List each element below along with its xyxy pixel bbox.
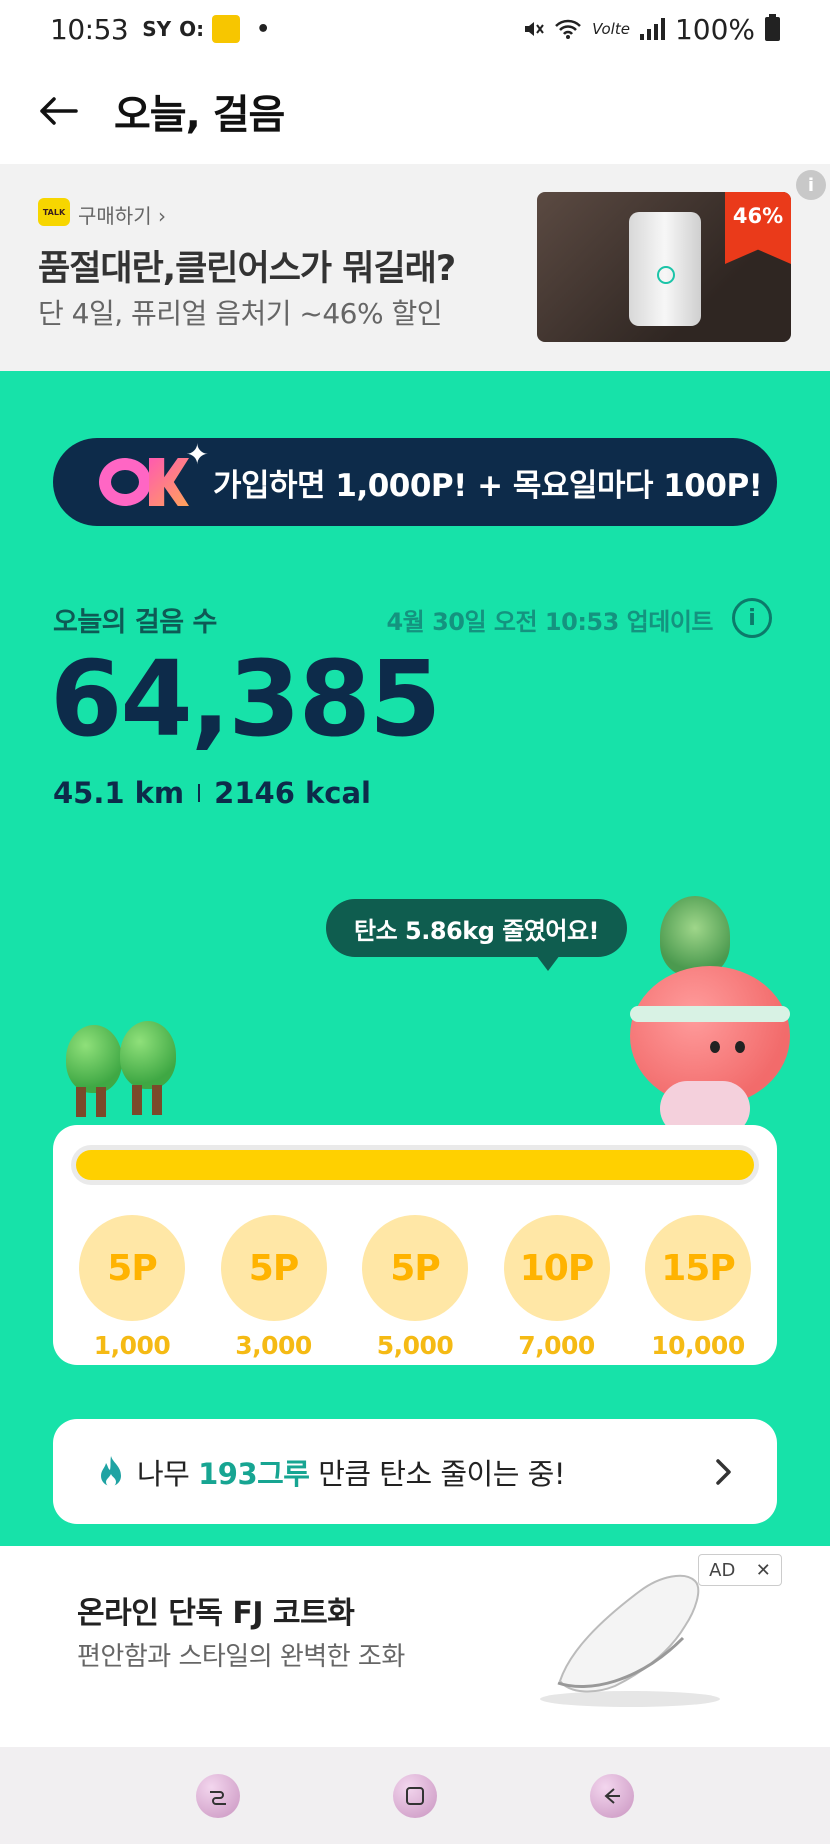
tree-card-prefix: 나무	[137, 1456, 190, 1491]
distance-value: 45.1 km	[53, 776, 185, 810]
ok-indicator: O:	[179, 17, 205, 41]
step-progress-fill	[76, 1150, 754, 1180]
step-count: 64,385	[50, 638, 441, 760]
reward-milestones: 5P 1,000 5P 3,000 5P 5,000 10P 7,000 15P 10,000	[53, 1215, 777, 1360]
milestone-steps: 3,000	[235, 1331, 312, 1360]
flame-icon	[101, 1455, 121, 1487]
recents-icon	[210, 1790, 227, 1805]
update-timestamp: 4월 30일 오전 10:53 업데이트	[386, 608, 713, 636]
signal-icon	[639, 18, 665, 40]
carbon-speech-bubble: 탄소 5.86kg 줄였어요!	[326, 899, 627, 971]
ad-headline: 품절대란,클린어스가 뭐길래?	[38, 249, 456, 289]
ad-info-icon[interactable]: i	[796, 170, 826, 200]
ad-label: AD	[709, 1559, 736, 1581]
app-header: 오늘, 걸음	[0, 58, 830, 164]
step-progress-bar	[71, 1145, 759, 1185]
status-time: 10:53	[50, 12, 129, 46]
status-bar: 10:53 SY O: • Volte 100%	[0, 0, 830, 58]
battery-percent: 100%	[674, 12, 755, 46]
milestone-steps: 7,000	[518, 1331, 595, 1360]
milestone-steps: 5,000	[376, 1331, 454, 1360]
page-title: 오늘, 걸음	[114, 92, 285, 138]
steps-panel: ✦ 가입하면 1,000P! + 목요일마다 100P! 오늘의 걸음 수 4월…	[0, 371, 830, 1546]
milestone-points[interactable]: 10P	[503, 1215, 610, 1321]
milestone-1: 5P 1,000	[79, 1215, 185, 1360]
wifi-icon	[555, 19, 581, 39]
ad-subline: 단 4일, 퓨리얼 음처기 ~46% 할인	[38, 297, 443, 330]
discount-badge: 46%	[725, 192, 791, 264]
system-nav-bar	[0, 1747, 830, 1844]
tree-count: 193그루	[198, 1456, 310, 1491]
milestone-2: 5P 3,000	[220, 1215, 327, 1360]
promo-text: 가입하면 1,000P! + 목요일마다 100P!	[213, 467, 763, 504]
milestone-4: 10P 7,000	[503, 1215, 610, 1360]
back-button[interactable]	[36, 89, 80, 133]
status-system-icons: Volte 100%	[522, 13, 780, 46]
status-notification-icons: SY O: •	[142, 15, 270, 43]
milestone-3: 5P 5,000	[362, 1215, 468, 1360]
ok-cashbag-promo-banner[interactable]: ✦ 가입하면 1,000P! + 목요일마다 100P!	[53, 438, 777, 526]
volte-label: Volte	[592, 20, 630, 38]
bottom-ad-title: 온라인 단독 FJ 코트화	[77, 1596, 355, 1631]
bottom-ad-subtitle: 편안함과 스타일의 완벽한 조화	[77, 1642, 405, 1672]
milestone-5: 15P 10,000	[645, 1215, 751, 1360]
steps-label: 오늘의 걸음 수	[53, 607, 217, 638]
calories-value: 2146 kcal	[214, 776, 371, 810]
distance-calories: 45.1 km 2146 kcal	[53, 776, 371, 810]
milestone-points[interactable]: 5P	[220, 1215, 327, 1321]
chevron-right-icon	[716, 1458, 731, 1485]
top-ad-banner[interactable]: TALK 구매하기 › 품절대란,클린어스가 뭐길래? 단 4일, 퓨리얼 음처…	[0, 164, 830, 371]
kb-app-icon	[212, 15, 241, 43]
home-icon	[405, 1786, 424, 1805]
kakaotalk-icon: TALK	[38, 198, 70, 226]
air-purifier-image	[629, 212, 701, 326]
step-reward-card: 5P 1,000 5P 3,000 5P 5,000 10P 7,000 15P 10,000	[53, 1125, 777, 1365]
recents-button[interactable]	[196, 1773, 241, 1818]
close-icon[interactable]: ✕	[756, 1560, 771, 1581]
nav-back-button[interactable]	[589, 1773, 634, 1818]
milestone-steps: 10,000	[651, 1331, 745, 1360]
ad-choice-tag[interactable]: AD ✕	[698, 1554, 782, 1586]
tree-card-text: 나무 193그루 만큼 탄소 줄이는 중!	[137, 1451, 565, 1493]
carbon-tree-card[interactable]: 나무 193그루 만큼 탄소 줄이는 중!	[53, 1419, 777, 1524]
mute-icon	[525, 22, 544, 36]
tree-card-suffix: 만큼 탄소 줄이는 중!	[318, 1456, 565, 1491]
milestone-points[interactable]: 15P	[645, 1215, 751, 1321]
bottom-ad-banner[interactable]: 온라인 단독 FJ 코트화 편안함과 스타일의 완벽한 조화 AD ✕	[0, 1546, 830, 1747]
buy-link[interactable]: 구매하기 ›	[78, 200, 166, 229]
battery-icon	[765, 14, 780, 41]
ad-product-image[interactable]: 46%	[537, 192, 791, 342]
milestone-steps: 1,000	[93, 1331, 171, 1360]
radish-mascot-illustration	[600, 886, 830, 1141]
milestone-points[interactable]: 5P	[362, 1215, 468, 1321]
back-arrow-icon	[40, 97, 78, 125]
nav-back-icon	[604, 1787, 620, 1804]
milestone-points[interactable]: 5P	[79, 1215, 185, 1321]
sy-indicator: SY	[142, 17, 172, 41]
ok-logo-icon: ✦	[93, 438, 209, 512]
trees-illustration	[66, 1021, 186, 1131]
home-button[interactable]	[392, 1773, 437, 1818]
info-icon[interactable]: i	[732, 598, 772, 638]
more-notifications-dot: •	[256, 16, 271, 42]
divider	[198, 784, 201, 802]
